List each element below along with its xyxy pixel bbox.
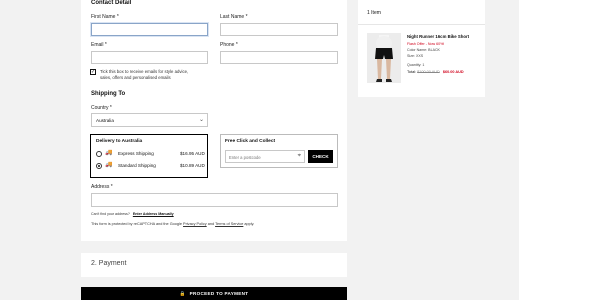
standard-shipping-label: Standard Shipping	[118, 163, 156, 168]
first-name-label: First Name *	[91, 14, 119, 20]
truck-icon: 🚚	[105, 150, 113, 156]
country-select-value: Australia	[96, 118, 114, 123]
last-name-input[interactable]	[220, 23, 338, 36]
standard-shipping-radio[interactable]	[96, 163, 102, 169]
country-label: Country *	[91, 105, 112, 111]
delivery-title: Delivery to Australia	[96, 139, 143, 144]
contact-section-title: Contact Detail	[91, 0, 132, 6]
privacy-policy-link[interactable]: Privacy Policy	[183, 222, 207, 226]
product-total: Total: $100.00 AUD $60.00 AUD	[407, 70, 464, 74]
click-and-collect-box: Free Click and Collect Enter a postcode …	[220, 134, 338, 168]
cart-divider	[358, 24, 485, 25]
standard-shipping-price: $10.89 AUD	[180, 163, 205, 168]
product-size: Size: XXS	[407, 54, 424, 58]
first-name-input[interactable]	[91, 23, 208, 36]
marketing-checkbox[interactable]: ✓	[90, 69, 96, 75]
location-target-icon[interactable]: ⌖	[298, 153, 301, 160]
email-input[interactable]	[91, 51, 208, 64]
country-select[interactable]: Australia ⌄	[91, 113, 208, 127]
product-promo: Flash Offer - Now 60%!	[407, 42, 445, 46]
enter-address-manually-link[interactable]: Enter Address Manually	[133, 212, 174, 216]
payment-section-title: 2. Payment	[91, 260, 127, 267]
cart-count: 1 Item	[367, 10, 381, 16]
truck-icon: 🚚	[105, 162, 113, 168]
shipping-section-title: Shipping To	[91, 91, 126, 97]
address-help: Can't find your address? Enter Address M…	[91, 212, 174, 216]
phone-label: Phone *	[220, 42, 238, 48]
old-price: $100.00 AUD	[417, 70, 440, 74]
cart-summary: 1 Item Night Runner 16cm Bike Short Flas…	[358, 0, 485, 97]
email-label: Email *	[91, 42, 107, 48]
new-price: $60.00 AUD	[442, 70, 464, 74]
marketing-label-line1: Tick this box to receive emails for styl…	[100, 69, 189, 74]
right-column	[519, 0, 600, 300]
last-name-label: Last Name *	[220, 14, 248, 20]
delivery-options-box: Delivery to Australia 🚚 Express Shipping…	[90, 134, 208, 178]
express-shipping-price: $16.95 AUD	[180, 151, 205, 156]
recaptcha-notice: This form is protected by reCAPTCHA and …	[91, 222, 255, 226]
express-shipping-label: Express Shipping	[118, 151, 154, 156]
product-image[interactable]	[367, 33, 401, 83]
product-colour: Color Name: BLACK	[407, 48, 440, 52]
address-label: Address *	[91, 184, 113, 190]
click-collect-title: Free Click and Collect	[225, 139, 276, 144]
check-postcode-button[interactable]: CHECK	[308, 150, 333, 163]
marketing-label-line2: sales, offers and personalised emails	[100, 75, 171, 80]
proceed-to-payment-button[interactable]: 🔒 PROCEED TO PAYMENT	[81, 287, 347, 300]
phone-input[interactable]	[220, 51, 338, 64]
postcode-placeholder: Enter a postcode	[229, 155, 261, 160]
postcode-input[interactable]: Enter a postcode ⌖	[225, 150, 305, 163]
address-input[interactable]	[91, 193, 338, 207]
terms-of-service-link[interactable]: Terms of Service	[215, 222, 243, 226]
chevron-down-icon: ⌄	[198, 117, 204, 123]
payment-section[interactable]: 2. Payment	[81, 253, 347, 277]
proceed-label: PROCEED TO PAYMENT	[189, 291, 249, 296]
express-shipping-radio[interactable]	[96, 151, 102, 157]
lock-icon: 🔒	[179, 290, 186, 296]
product-quantity: Quantity: 1	[407, 63, 425, 67]
product-name[interactable]: Night Runner 16cm Bike Short	[407, 34, 469, 39]
cant-find-text: Can't find your address?	[91, 212, 130, 216]
